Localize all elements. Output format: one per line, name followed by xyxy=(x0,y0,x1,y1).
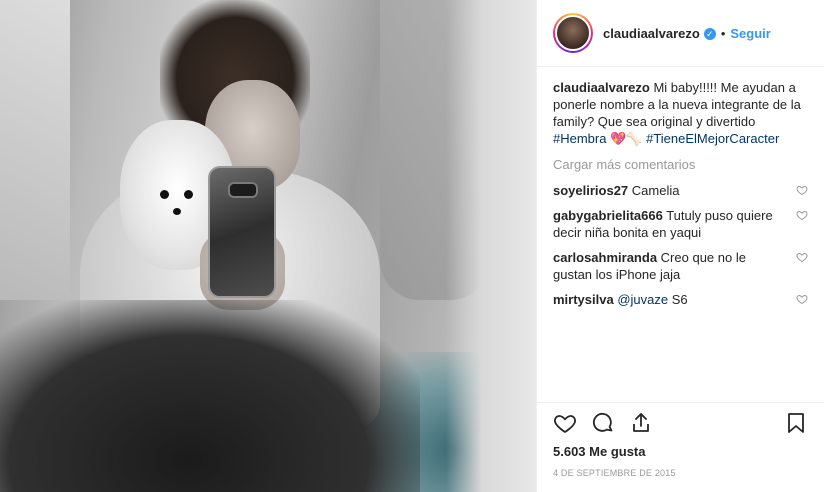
bookmark-icon[interactable] xyxy=(784,411,808,435)
post-photo[interactable] xyxy=(0,0,536,492)
smartphone xyxy=(208,166,276,298)
instagram-post: claudiaalvarezo ✓ • Seguir claudiaalvarezo … xyxy=(0,0,824,492)
small-heart-icon[interactable] xyxy=(796,209,808,221)
comment-username[interactable]: carlosahmiranda xyxy=(553,250,657,265)
small-heart-icon[interactable] xyxy=(796,293,808,305)
likes-count[interactable]: 5.603 Me gusta xyxy=(537,442,824,462)
caption: claudiaalvarezo Mi baby!!!!! Me ayudan a… xyxy=(553,79,808,147)
comment: mirtysilva @juvaze S6 xyxy=(553,291,808,308)
small-heart-icon[interactable] xyxy=(796,184,808,196)
small-heart-icon[interactable] xyxy=(796,251,808,263)
comment-username[interactable]: soyelirios27 xyxy=(553,183,628,198)
comments-section: claudiaalvarezo Mi baby!!!!! Me ayudan a… xyxy=(537,67,824,402)
comment-text: Camelia xyxy=(631,183,680,198)
follow-button[interactable]: Seguir xyxy=(730,26,770,41)
share-icon[interactable] xyxy=(629,411,653,435)
load-more-comments-button[interactable]: Cargar más comentarios xyxy=(553,157,808,172)
header-username[interactable]: claudiaalvarezo xyxy=(603,26,700,41)
comment: soyelirios27 Camelia xyxy=(553,182,808,199)
action-bar xyxy=(537,402,824,442)
heart-icon[interactable] xyxy=(553,411,577,435)
separator-dot: • xyxy=(720,25,726,41)
avatar[interactable] xyxy=(553,13,593,53)
comment-username[interactable]: mirtysilva xyxy=(553,292,614,307)
comment-text: S6 xyxy=(668,292,688,307)
caption-username[interactable]: claudiaalvarezo xyxy=(553,80,650,95)
post-side-panel: claudiaalvarezo ✓ • Seguir claudiaalvarezo … xyxy=(536,0,824,492)
comment-username[interactable]: gabygabrielita666 xyxy=(553,208,663,223)
comment: carlosahmiranda Creo que no le gustan lo… xyxy=(553,249,808,283)
post-header: claudiaalvarezo ✓ • Seguir xyxy=(537,0,824,67)
hashtag-tiene-el-mejor-caracter[interactable]: #TieneElMejorCaracter xyxy=(646,131,779,146)
comment: gabygabrielita666 Tutuly puso quiere dec… xyxy=(553,207,808,241)
post-date[interactable]: 4 DE SEPTIEMBRE DE 2015 xyxy=(537,462,824,492)
hashtag-hembra[interactable]: #Hembra xyxy=(553,131,606,146)
comment-icon[interactable] xyxy=(591,411,615,435)
verified-badge-icon: ✓ xyxy=(703,28,716,41)
caption-emojis: 💖🦴 xyxy=(610,131,647,146)
comment-mention[interactable]: @juvaze xyxy=(617,292,668,307)
